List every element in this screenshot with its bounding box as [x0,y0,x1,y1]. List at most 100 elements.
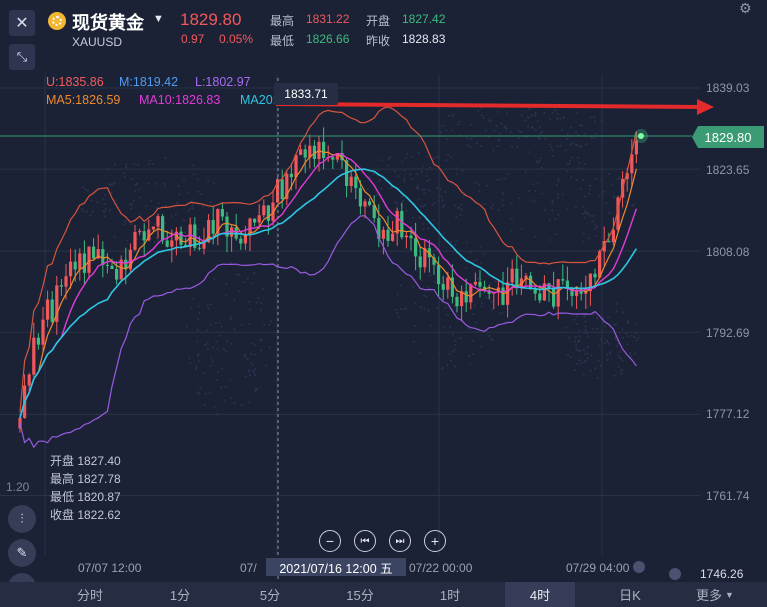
x-tick-label: 07/29 04:00 [566,561,630,575]
candle-body [478,281,482,287]
map-dot [146,220,149,223]
map-dot [477,183,480,186]
map-dot [527,125,530,128]
map-dot [136,182,139,185]
map-dot [197,190,200,193]
candle-body [110,265,114,270]
map-dot [578,329,581,332]
map-dot [583,331,586,334]
tab-more[interactable]: 更多 ▼ [685,582,745,607]
fullscreen-toggle-button[interactable]: ⤡ [9,44,35,70]
map-dot [182,219,185,222]
map-dot [226,340,229,343]
candle-body [533,289,537,294]
map-dot [488,335,491,338]
jump-start-button[interactable]: ⏮ [354,530,376,552]
map-dot [253,344,256,347]
map-dot [204,343,207,346]
tab-1hour[interactable]: 1时 [415,582,485,607]
scroll-handle[interactable] [633,561,645,573]
zoom-in-button[interactable]: + [424,530,446,552]
map-dot [555,233,558,236]
map-dot [481,114,484,117]
map-dot [455,239,458,242]
map-dot [202,372,205,375]
map-dot [246,277,249,280]
map-dot [489,282,492,285]
candle-body [561,279,565,281]
scroll-handle[interactable] [669,568,681,580]
map-dot [578,362,581,365]
map-dot [566,132,569,135]
map-dot [216,370,219,373]
tab-daily[interactable]: 日K [595,582,665,607]
map-dot [617,177,620,180]
map-dot [412,285,415,288]
map-dot [581,213,584,216]
symbol-name[interactable]: 现货黄金 [72,9,144,35]
map-dot [124,220,127,223]
map-dot [211,346,214,349]
candle-body [358,188,362,207]
map-dot [590,354,593,357]
map-dot [584,195,587,198]
tab-timeshare[interactable]: 分时 [55,582,125,607]
map-dot [444,190,447,193]
candle-body [239,238,243,244]
map-dot [402,199,405,202]
indicator-tool-button[interactable]: ⫶ [8,505,36,533]
map-dot [548,218,551,221]
tab-15min[interactable]: 15分 [325,582,395,607]
map-dot [213,405,216,408]
map-dot [389,186,392,189]
map-dot [561,193,564,196]
map-dot [626,320,629,323]
map-dot [96,201,99,204]
map-dot [607,342,610,345]
map-dot [163,184,166,187]
map-dot [189,362,192,365]
close-button[interactable]: ✕ [9,10,35,36]
map-dot [615,323,618,326]
map-dot [223,399,226,402]
map-dot [177,184,180,187]
map-dot [576,322,579,325]
tab-1min[interactable]: 1分 [145,582,215,607]
candle-body [607,240,611,243]
map-dot [147,162,150,165]
candle-body [197,247,201,249]
map-dot [421,188,424,191]
map-dot [600,329,603,332]
tab-4hour[interactable]: 4时 [505,582,575,607]
draw-tool-button[interactable]: ✎ [8,539,36,567]
map-dot [584,328,587,331]
x-tick-label: 07/07 12:00 [78,561,142,575]
zoom-out-button[interactable]: − [319,530,341,552]
map-dot [539,157,542,160]
map-dot [500,122,503,125]
map-dot [631,204,634,207]
map-dot [163,182,166,185]
candle-body [69,261,73,277]
map-dot [380,187,383,190]
map-dot [629,351,632,354]
map-dot [551,111,554,114]
skip-back-icon: ⏮ [360,535,370,547]
map-dot [125,163,128,166]
map-dot [401,195,404,198]
map-dot [583,132,586,135]
map-dot [426,179,429,182]
chevron-down-icon[interactable]: ▼ [153,13,164,25]
map-dot [578,359,581,362]
map-dot [238,273,241,276]
jump-end-button[interactable]: ⏭ [389,530,411,552]
map-dot [472,313,475,316]
settings-icon[interactable]: ⚙ [739,0,752,17]
map-dot [574,340,577,343]
y-tick-label: 1761.74 [706,489,750,503]
tab-5min[interactable]: 5分 [235,582,305,607]
map-dot [233,328,236,331]
map-dot [584,143,587,146]
y-left-label: 1.20 [6,480,30,494]
map-dot [582,240,585,243]
